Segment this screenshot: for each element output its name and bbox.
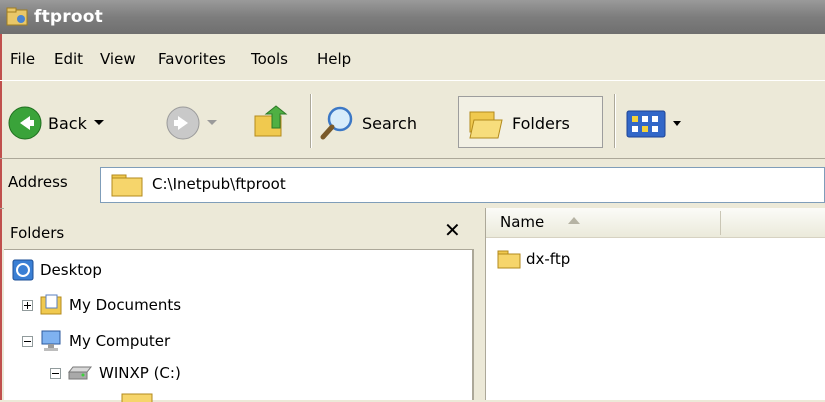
search-label: Search [362,113,417,133]
list-item-label: dx-ftp [526,250,571,268]
folders-button[interactable]: Folders [468,106,570,140]
tree-item-label: My Computer [69,332,171,350]
menu-edit[interactable]: Edit [54,50,83,68]
expand-plus-icon[interactable] [22,299,33,311]
my-computer-icon [41,330,61,351]
folders-icon [469,111,503,139]
tree-item-label: Desktop [40,261,102,279]
address-folder-icon [111,174,143,197]
pane-splitter[interactable] [474,208,486,400]
menu-tools[interactable]: Tools [251,50,288,68]
menu-view[interactable]: View [100,50,136,68]
folders-label: Folders [512,113,570,133]
menu-help[interactable]: Help [317,50,351,68]
folders-pane-header [4,208,474,250]
list-item[interactable]: dx-ftp [496,248,570,270]
menu-bar: File Edit View Favorites Tools Help [0,34,825,81]
views-grid-icon [626,110,666,138]
back-button[interactable]: Back [8,106,105,140]
tree-item-my-computer[interactable]: My Computer [22,329,170,353]
forward-dropdown-icon[interactable] [206,119,218,127]
back-label: Back [48,113,87,133]
views-dropdown-icon[interactable] [672,120,682,128]
tree-item-label: WINXP (C:) [99,364,181,382]
sort-ascending-icon [568,217,580,224]
close-icon[interactable]: ✕ [444,218,461,242]
column-header-name[interactable]: Name [500,213,544,231]
menu-favorites[interactable]: Favorites [158,50,226,68]
collapse-minus-icon[interactable] [22,335,33,347]
up-folder-button[interactable] [252,104,290,142]
column-divider[interactable] [720,211,721,235]
my-documents-icon [40,294,62,315]
folder-window-icon [6,7,28,26]
search-button[interactable]: Search [320,106,417,140]
forward-arrow-icon [166,106,200,140]
menu-file[interactable]: File [10,50,35,68]
tree-item-winxp-drive[interactable]: WINXP (C:) [50,364,181,382]
forward-button[interactable] [166,106,218,140]
address-value[interactable]: C:\Inetpub\ftproot [152,175,286,193]
back-dropdown-icon[interactable] [93,119,105,127]
up-folder-icon [254,105,288,137]
hard-drive-icon [67,366,93,380]
window-title: ftproot [34,7,103,27]
back-arrow-icon [8,106,42,140]
views-button[interactable] [626,110,682,138]
address-label: Address [8,173,68,191]
search-magnifier-icon [320,106,353,140]
folder-icon [497,250,521,269]
collapse-minus-icon[interactable] [50,367,61,379]
tree-item-my-documents[interactable]: My Documents [22,294,181,316]
desktop-icon [12,259,34,281]
folder-icon [121,393,153,402]
folders-pane-title: Folders [10,224,65,242]
toolbar-separator-2 [614,94,616,148]
tree-item-label: My Documents [69,296,182,314]
title-bar[interactable]: ftproot [0,0,825,34]
tree-item-desktop[interactable]: Desktop [12,259,102,281]
toolbar-separator [310,94,312,148]
